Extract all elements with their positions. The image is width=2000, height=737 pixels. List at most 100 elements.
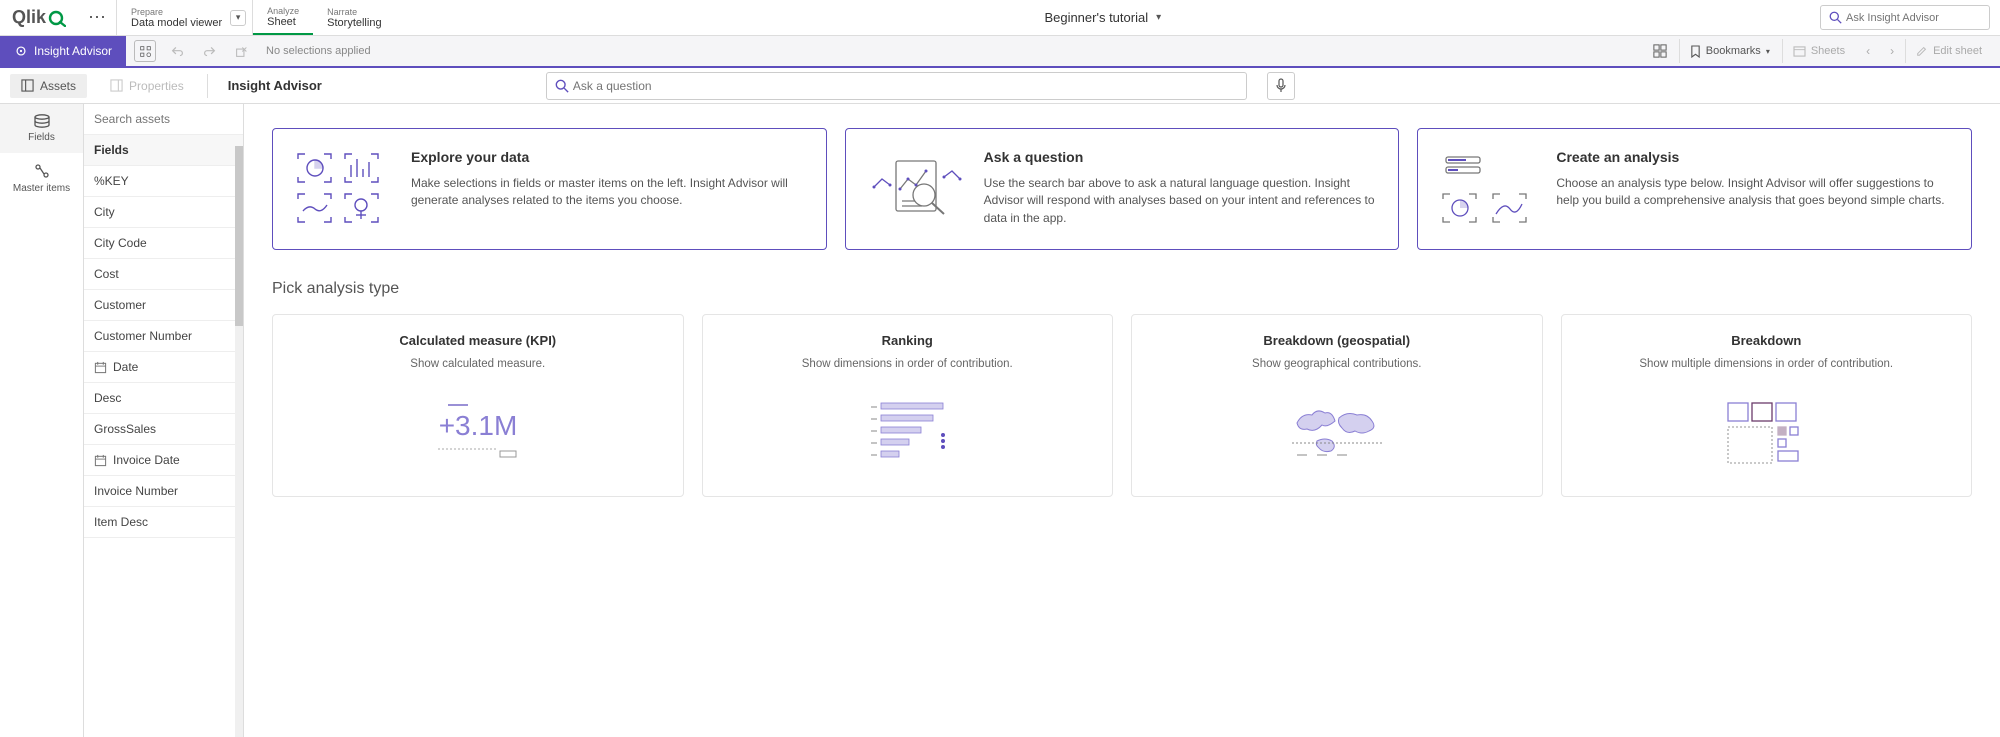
nav-tab-narrate[interactable]: Narrate Storytelling xyxy=(313,0,395,35)
ask-question-box[interactable] xyxy=(546,72,1247,100)
field-item[interactable]: Customer Number xyxy=(84,321,243,352)
field-item[interactable]: Desc xyxy=(84,383,243,414)
field-item[interactable]: GrossSales xyxy=(84,414,243,445)
field-label: Customer xyxy=(94,298,146,312)
field-item[interactable]: Customer xyxy=(84,290,243,321)
field-label: Date xyxy=(113,360,138,374)
rail-item-fields[interactable]: Fields xyxy=(0,104,83,153)
app-title-dropdown[interactable]: Beginner's tutorial ▾ xyxy=(396,0,1810,35)
calendar-icon xyxy=(94,454,107,467)
field-item[interactable]: Date xyxy=(84,352,243,383)
logo-icon xyxy=(48,9,66,27)
nav-tab-analyze[interactable]: Analyze Sheet xyxy=(253,0,313,35)
intro-cards: Explore your data Make selections in fie… xyxy=(272,128,1972,250)
insight-toolbar: Assets Properties Insight Advisor xyxy=(0,68,2000,104)
field-label: City Code xyxy=(94,236,147,250)
top-search-input[interactable] xyxy=(1846,12,1988,24)
analysis-card-ranking[interactable]: Ranking Show dimensions in order of cont… xyxy=(702,314,1114,497)
rail-item-master[interactable]: Master items xyxy=(0,153,83,204)
edit-sheet-button[interactable]: Edit sheet xyxy=(1905,39,1992,63)
asset-rail: Fields Master items xyxy=(0,104,84,737)
field-label: City xyxy=(94,205,115,219)
field-label: Desc xyxy=(94,391,121,405)
insight-button-label: Insight Advisor xyxy=(34,44,112,58)
next-sheet-button[interactable]: › xyxy=(1881,40,1903,62)
card-explore[interactable]: Explore your data Make selections in fie… xyxy=(272,128,827,250)
more-menu-button[interactable]: ⋯ xyxy=(78,0,116,35)
ask-insight-search[interactable] xyxy=(1820,5,1990,30)
card-ask[interactable]: Ask a question Use the search bar above … xyxy=(845,128,1400,250)
step-back-icon[interactable] xyxy=(166,40,188,62)
nav-tabs: Prepare Data model viewer ▾ Analyze Shee… xyxy=(116,0,396,35)
bookmarks-dropdown[interactable]: Bookmarks ▾ xyxy=(1679,39,1780,63)
sheets-label: Sheets xyxy=(1811,45,1845,57)
fields-search-input[interactable] xyxy=(94,112,233,126)
ranking-illustration xyxy=(717,388,1099,478)
card-title: Explore your data xyxy=(411,149,806,165)
kpi-illustration: +3.1M xyxy=(287,388,669,478)
field-item[interactable]: Invoice Date xyxy=(84,445,243,476)
field-label: Invoice Number xyxy=(94,484,178,498)
insight-advisor-button[interactable]: Insight Advisor xyxy=(0,36,126,66)
fields-header: Fields xyxy=(84,134,243,166)
scrollbar[interactable] xyxy=(235,146,243,737)
properties-tab[interactable]: Properties xyxy=(99,74,195,98)
options-button[interactable] xyxy=(1643,39,1677,63)
analysis-card-breakdown[interactable]: Breakdown Show multiple dimensions in or… xyxy=(1561,314,1973,497)
field-label: Cost xyxy=(94,267,119,281)
search-icon xyxy=(1829,11,1842,24)
card-title: Create an analysis xyxy=(1556,149,1951,165)
analysis-desc: Show dimensions in order of contribution… xyxy=(717,358,1099,370)
field-item[interactable]: Item Desc xyxy=(84,507,243,538)
selection-bar: Insight Advisor No selections applied Bo… xyxy=(0,36,2000,68)
prev-sheet-button[interactable]: ‹ xyxy=(1857,40,1879,62)
analysis-desc: Show geographical contributions. xyxy=(1146,358,1528,370)
card-create[interactable]: Create an analysis Choose an analysis ty… xyxy=(1417,128,1972,250)
no-selections-text: No selections applied xyxy=(262,45,371,57)
nav-tab-sup: Narrate xyxy=(327,7,381,17)
field-item[interactable]: City xyxy=(84,197,243,228)
analysis-card-geo[interactable]: Breakdown (geospatial) Show geographical… xyxy=(1131,314,1543,497)
card-title: Ask a question xyxy=(984,149,1379,165)
bookmarks-label: Bookmarks xyxy=(1706,45,1761,57)
analysis-desc: Show calculated measure. xyxy=(287,358,669,370)
app-title: Beginner's tutorial xyxy=(1044,10,1148,25)
selection-tools: No selections applied xyxy=(126,40,379,62)
fields-icon xyxy=(33,114,51,128)
chevron-down-icon: ▾ xyxy=(1156,12,1161,23)
rail-label: Fields xyxy=(28,132,55,143)
top-bar: Qlik ⋯ Prepare Data model viewer ▾ Analy… xyxy=(0,0,2000,36)
master-items-icon xyxy=(34,163,50,179)
assets-tab[interactable]: Assets xyxy=(10,74,87,98)
scrollbar-thumb[interactable] xyxy=(235,146,243,326)
field-label: Customer Number xyxy=(94,329,192,343)
nav-tab-prepare[interactable]: Prepare Data model viewer ▾ xyxy=(116,0,253,35)
field-item[interactable]: City Code xyxy=(84,228,243,259)
card-body: Make selections in fields or master item… xyxy=(411,175,806,210)
assets-label: Assets xyxy=(40,79,76,93)
ask-icon xyxy=(866,149,966,229)
fields-search[interactable] xyxy=(84,104,243,134)
microphone-button[interactable] xyxy=(1267,72,1295,100)
edit-sheet-label: Edit sheet xyxy=(1933,45,1982,57)
analysis-card-kpi[interactable]: Calculated measure (KPI) Show calculated… xyxy=(272,314,684,497)
insight-icon xyxy=(14,44,28,58)
field-label: %KEY xyxy=(94,174,129,188)
breakdown-illustration xyxy=(1576,388,1958,478)
field-item[interactable]: Cost xyxy=(84,259,243,290)
fields-list: %KEY City City Code Cost Customer Customer Nu… xyxy=(84,166,243,737)
step-forward-icon[interactable] xyxy=(198,40,220,62)
ask-input[interactable] xyxy=(573,79,1238,93)
chevron-down-icon[interactable]: ▾ xyxy=(230,10,246,26)
clear-selections-icon[interactable] xyxy=(230,40,252,62)
logo-text: Qlik xyxy=(12,7,46,28)
analysis-title: Breakdown xyxy=(1576,333,1958,348)
field-item[interactable]: %KEY xyxy=(84,166,243,197)
sheets-dropdown[interactable]: Sheets xyxy=(1782,39,1855,63)
field-item[interactable]: Invoice Number xyxy=(84,476,243,507)
geo-illustration xyxy=(1146,388,1528,478)
smart-search-icon[interactable] xyxy=(134,40,156,62)
card-body: Use the search bar above to ask a natura… xyxy=(984,175,1379,227)
right-tools: Bookmarks ▾ Sheets ‹ › Edit sheet xyxy=(1643,39,2000,63)
nav-tab-main: Sheet xyxy=(267,16,299,28)
